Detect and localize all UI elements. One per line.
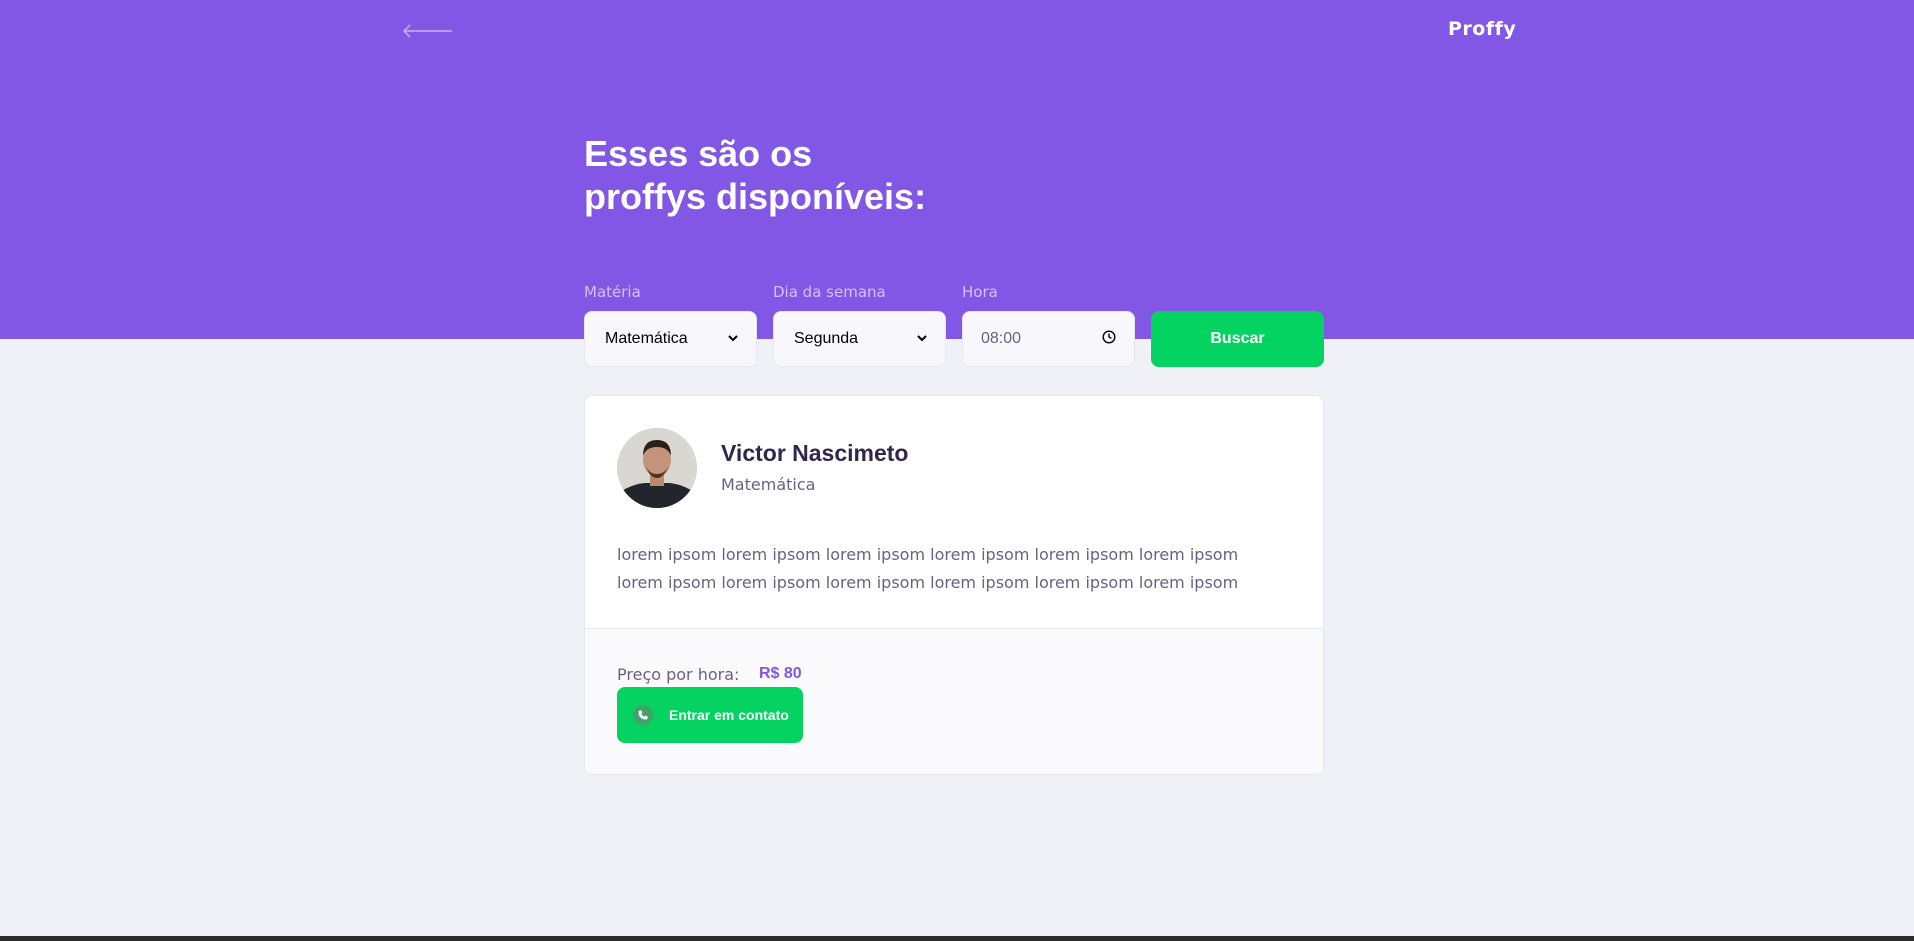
weekday-label: Dia da semana — [773, 283, 886, 301]
page-title-line-2: proffys disponíveis: — [584, 176, 927, 217]
teacher-subject: Matemática — [721, 475, 816, 494]
arrow-left-icon — [402, 24, 452, 38]
teacher-bio: lorem ipsom lorem ipsom lorem ipsom lore… — [617, 545, 1239, 592]
weekday-select-value: Segunda — [794, 330, 859, 347]
teacher-card-footer: Preço por hora: R$ 80 Entrar em contato — [585, 628, 1323, 774]
teacher-list-page: Proffy Esses são os proffys disponíveis:… — [0, 0, 1914, 941]
search-button[interactable]: Buscar — [1151, 311, 1324, 367]
window-bottom-edge — [0, 936, 1914, 941]
whatsapp-icon — [633, 705, 653, 725]
teacher-name: Victor Nascimeto — [721, 440, 909, 466]
page-header: Proffy Esses são os proffys disponíveis: — [0, 0, 1914, 339]
time-label: Hora — [962, 283, 998, 301]
weekday-select[interactable]: Segunda — [773, 311, 946, 367]
price-label: Preço por hora: — [617, 665, 740, 684]
chevron-down-icon — [917, 333, 927, 345]
back-button[interactable] — [402, 18, 454, 44]
clock-icon[interactable] — [1102, 329, 1116, 349]
teacher-avatar — [617, 428, 697, 508]
page-title-line-1: Esses são os — [584, 133, 813, 174]
time-input-value: 08:00 — [981, 330, 1022, 347]
subject-select[interactable]: Matemática — [584, 311, 757, 367]
teacher-card: Victor Nascimeto Matemática lorem ipsom … — [584, 395, 1324, 775]
subject-label: Matéria — [584, 283, 641, 301]
subject-select-value: Matemática — [605, 330, 688, 347]
contact-button[interactable]: Entrar em contato — [617, 687, 803, 743]
price-value: R$ 80 — [759, 665, 802, 682]
proffy-logo: Proffy — [1448, 18, 1517, 40]
page-title: Esses são os proffys disponíveis: — [584, 132, 1064, 218]
contact-button-label: Entrar em contato — [669, 707, 789, 723]
chevron-down-icon — [728, 333, 738, 345]
time-input[interactable]: 08:00 — [962, 311, 1135, 367]
